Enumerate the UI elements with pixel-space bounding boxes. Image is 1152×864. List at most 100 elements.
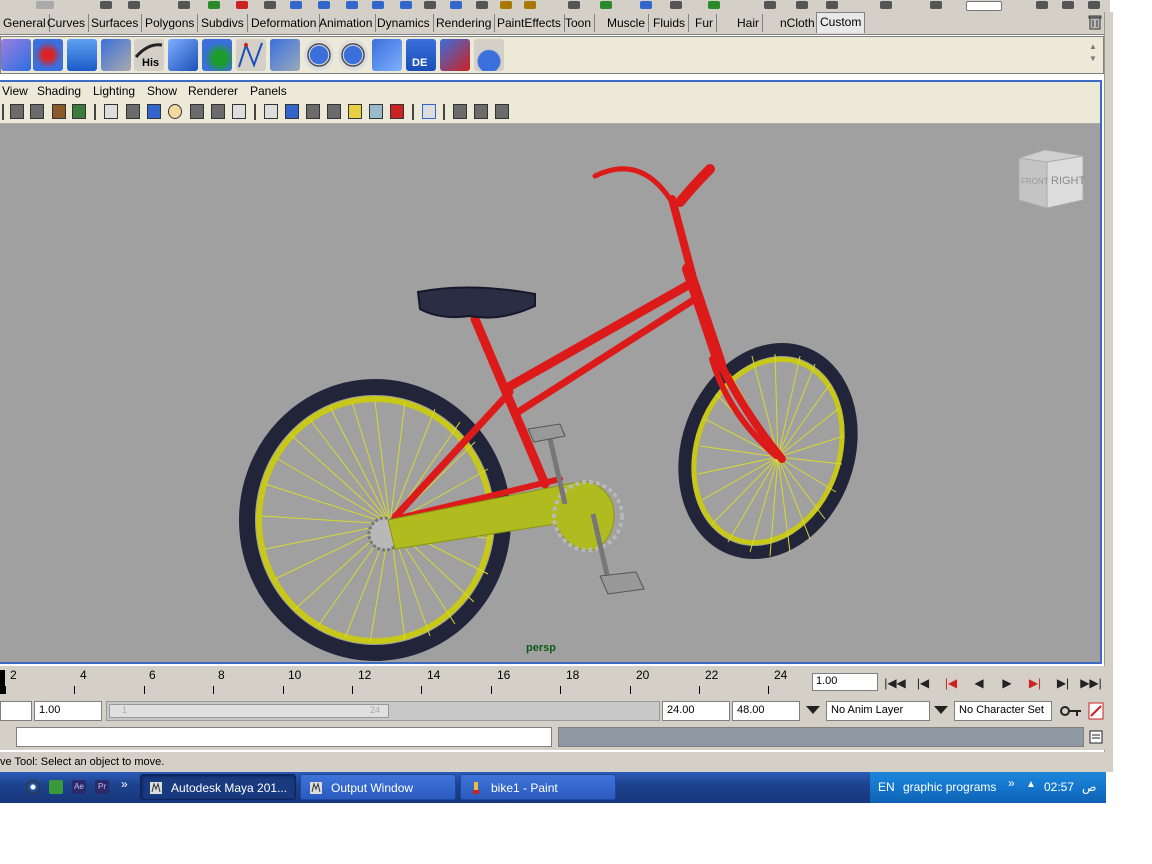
toolbar-chevron[interactable]: » [1008,776,1015,790]
tab-muscle[interactable]: Muscle [604,14,650,32]
select-component-icon[interactable] [264,1,276,9]
snap-grid-icon[interactable] [290,1,302,9]
safe-action-icon[interactable] [211,104,225,119]
tab-fluids[interactable]: Fluids [650,14,690,32]
attribute-editor-icon[interactable] [640,1,652,9]
clock-time[interactable]: 02:57 [1044,780,1074,794]
tab-rendering[interactable]: Rendering [433,14,496,32]
layer-editor-icon[interactable] [708,1,720,9]
taskbar-button-paint[interactable]: bike1 - Paint [460,774,616,800]
trash-icon[interactable] [1088,14,1102,30]
safe-title-icon[interactable] [232,104,246,119]
notepad-icon[interactable] [49,780,63,794]
tab-animation[interactable]: Animation [316,14,377,32]
render-current-frame-icon[interactable] [476,1,488,9]
premiere-icon[interactable]: Pr [95,780,109,794]
extrude-icon[interactable] [168,39,198,71]
wireframe-on-shaded-icon[interactable] [306,104,320,119]
tab-subdivs[interactable]: Subdivs [198,14,248,32]
view-cube[interactable]: FRONT RIGHT [1015,148,1087,212]
outliner-icon[interactable] [880,1,892,9]
language-indicator[interactable]: EN [878,780,895,794]
resolution-gate-icon[interactable] [147,104,161,119]
script-editor-icon[interactable] [1089,730,1103,744]
tab-dynamics[interactable]: Dynamics [374,14,434,32]
anim-layer-dropdown-icon[interactable] [806,706,820,714]
view-cube-right-label[interactable]: RIGHT [1051,175,1086,187]
animation-end-field[interactable]: 48.00 [732,701,800,721]
snap-point-icon[interactable] [346,1,358,9]
polygon-cube-icon[interactable] [1,39,31,71]
menu-lighting[interactable]: Lighting [93,84,135,98]
soft-select-two-icon[interactable] [338,39,368,71]
xray-components-icon[interactable] [495,104,509,119]
taskbar-button-output-window[interactable]: Output Window [300,774,456,800]
step-back-frame-icon[interactable]: |◀ [912,673,934,693]
panel-layout-four-icon[interactable] [826,1,838,9]
render-settings-icon[interactable] [524,1,536,9]
tab-ncloth[interactable]: nCloth [777,14,819,32]
curve-tool-icon[interactable] [236,39,266,71]
channel-box-icon[interactable] [600,1,612,9]
animation-preferences-icon[interactable] [1088,702,1104,720]
time-slider[interactable]: 2 4 6 8 10 12 14 16 18 20 22 24 [0,666,810,698]
select-camera-icon[interactable] [10,104,24,119]
menu-panels[interactable]: Panels [250,84,287,98]
tab-toon[interactable]: Toon [562,14,596,32]
bicycle-model[interactable] [0,124,1100,662]
go-to-start-icon[interactable]: |◀◀ [884,673,906,693]
taskbar-button-maya[interactable]: Autodesk Maya 201... [140,774,296,800]
tab-curves[interactable]: Curves [44,14,90,32]
gate-mask-icon[interactable] [168,104,182,119]
menu-renderer[interactable]: Renderer [188,84,238,98]
step-forward-key-icon[interactable]: ▶| [1024,673,1046,693]
show-hide-icon[interactable] [1062,1,1074,9]
auto-key-icon[interactable] [1060,705,1082,717]
film-gate-icon[interactable] [126,104,140,119]
channel-box-toggle-icon[interactable] [1036,1,1048,9]
play-forwards-icon[interactable]: ▶ [996,673,1018,693]
xray-joints-icon[interactable] [474,104,488,119]
bevel-icon[interactable] [202,39,232,71]
grid-toggle-icon[interactable] [104,104,118,119]
subdivide-icon[interactable] [270,39,300,71]
snap-curve-icon[interactable] [318,1,330,9]
graph-editor-icon[interactable] [930,1,942,9]
tab-custom[interactable]: Custom [816,12,866,33]
media-player-icon[interactable] [26,780,40,794]
bicycle-seat[interactable] [416,286,536,319]
merge-icon[interactable] [67,39,97,71]
polygon-sphere-icon[interactable] [33,39,63,71]
tool-box-toggle-icon[interactable] [1088,1,1100,9]
range-slider-bar[interactable]: 1 24 [106,701,660,721]
select-object-icon[interactable] [236,1,248,9]
shadows-icon[interactable] [369,104,383,119]
ipr-render-icon[interactable] [500,1,512,9]
panel-layout-icon[interactable] [764,1,776,9]
image-plane-icon[interactable] [72,104,86,119]
tab-general[interactable]: General [0,14,50,32]
play-backwards-icon[interactable]: ◀ [968,673,990,693]
go-to-end-icon[interactable]: ▶▶| [1080,673,1102,693]
shelf-scroll-arrows[interactable]: ▲ ▼ [1089,41,1099,69]
playback-end-field[interactable]: 24.00 [662,701,730,721]
menu-view[interactable]: View [2,84,28,98]
snap-view-plane-icon[interactable] [372,1,384,9]
mode-selector-icon[interactable] [36,1,54,9]
tab-painteffects[interactable]: PaintEffects [494,14,565,32]
smooth-shade-icon[interactable] [285,104,299,119]
construction-history-icon[interactable] [450,1,462,9]
menu-show[interactable]: Show [147,84,177,98]
delete-edge-icon[interactable]: DE [406,39,436,71]
range-slider-handle[interactable]: 1 24 [109,704,389,718]
quick-search-field[interactable] [966,1,1002,11]
wireframe-icon[interactable] [264,104,278,119]
step-forward-frame-icon[interactable]: ▶| [1052,673,1074,693]
toolbar-name[interactable]: graphic programs [903,780,996,794]
isolate-select-icon[interactable] [422,104,436,119]
history-icon[interactable]: His [134,39,164,71]
character-set-select[interactable]: No Character Set [954,701,1052,721]
bookmarks-icon[interactable] [52,104,66,119]
quick-launch-chevron[interactable]: » [121,777,128,791]
select-tool-icon[interactable] [440,39,470,71]
